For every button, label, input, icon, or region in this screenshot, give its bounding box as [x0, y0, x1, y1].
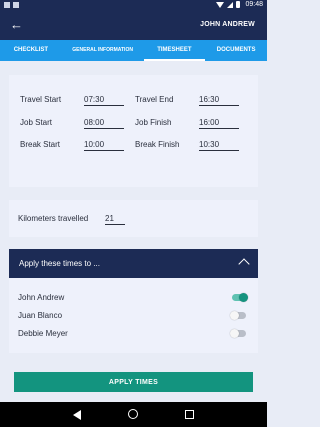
break-start-field[interactable]: 10:00: [84, 140, 124, 151]
tab-general-information[interactable]: GENERAL INFORMATION: [62, 40, 144, 61]
nav-home-icon[interactable]: [128, 409, 138, 419]
person-name: John Andrew: [18, 293, 65, 302]
wifi-icon: [216, 1, 225, 8]
tab-documents[interactable]: DOCUMENTS: [205, 40, 267, 61]
km-card: Kilometers travelled 21: [9, 200, 258, 237]
job-finish-field[interactable]: 16:00: [199, 118, 239, 129]
person-toggle[interactable]: [230, 311, 246, 320]
person-toggle[interactable]: [230, 329, 246, 338]
job-finish-label: Job Finish: [135, 118, 172, 127]
apply-times-card: Apply these times to ... John Andrew Jua…: [9, 249, 258, 353]
person-name: Debbie Meyer: [18, 329, 68, 338]
person-toggle[interactable]: [232, 293, 248, 302]
job-start-field[interactable]: 08:00: [84, 118, 124, 129]
apply-section-title: Apply these times to ...: [19, 259, 100, 268]
apply-section-header[interactable]: Apply these times to ...: [9, 249, 258, 278]
user-name: JOHN ANDREW: [200, 21, 255, 28]
break-start-label: Break Start: [20, 140, 61, 149]
person-name: Juan Blanco: [18, 311, 63, 320]
tab-checklist[interactable]: CHECKLIST: [0, 40, 62, 61]
battery-icon: [236, 1, 241, 8]
km-label: Kilometers travelled: [18, 214, 89, 223]
notification-icon: [4, 2, 10, 8]
travel-end-label: Travel End: [135, 95, 174, 104]
km-field[interactable]: 21: [105, 214, 125, 225]
break-finish-field[interactable]: 10:30: [199, 140, 239, 151]
break-finish-label: Break Finish: [135, 140, 180, 149]
job-start-label: Job Start: [20, 118, 53, 127]
nav-recents-icon[interactable]: [185, 410, 194, 419]
status-bar: 09:48: [0, 0, 267, 11]
system-nav-bar: [0, 402, 267, 427]
tab-bar: CHECKLIST GENERAL INFORMATION TIMESHEET …: [0, 40, 267, 61]
apply-times-button[interactable]: APPLY TIMES: [14, 372, 253, 392]
travel-end-field[interactable]: 16:30: [199, 95, 239, 106]
clock: 09:48: [245, 1, 263, 8]
nav-back-icon[interactable]: [73, 410, 81, 420]
chevron-up-icon[interactable]: [238, 258, 250, 270]
signal-icon: [227, 1, 234, 8]
times-card: Travel Start 07:30 Travel End 16:30 Job …: [9, 75, 258, 187]
app-bar: ← JOHN ANDREW: [0, 11, 267, 40]
tab-timesheet[interactable]: TIMESHEET: [143, 40, 206, 61]
travel-start-label: Travel Start: [20, 95, 62, 104]
notification-icon: [13, 2, 19, 8]
back-arrow-icon[interactable]: ←: [10, 18, 24, 32]
travel-start-field[interactable]: 07:30: [84, 95, 124, 106]
